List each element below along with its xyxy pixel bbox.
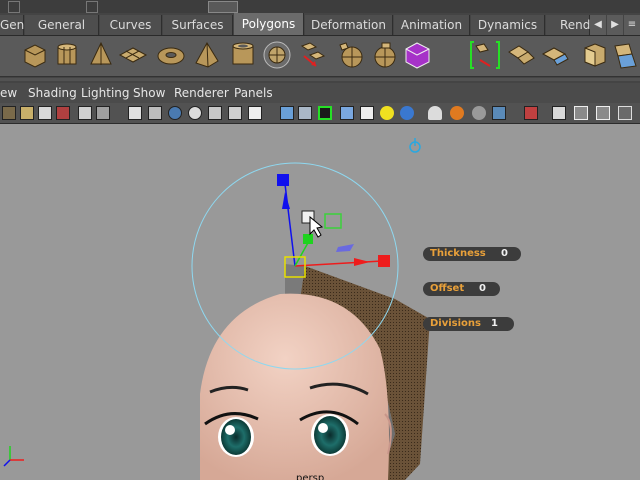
high-quality-icon[interactable] <box>400 106 414 120</box>
texture-icon[interactable] <box>380 106 394 120</box>
select-highlight-icon[interactable] <box>472 106 486 120</box>
shadows-icon[interactable] <box>360 106 374 120</box>
shelf-option-icon[interactable] <box>86 1 98 13</box>
poly-plane-icon[interactable] <box>118 40 148 70</box>
frame-all-icon[interactable] <box>524 106 538 120</box>
offset-field[interactable]: Offset 0 <box>423 282 500 296</box>
tab-gen[interactable]: Gen <box>0 15 24 35</box>
menu-show[interactable]: Show <box>133 85 165 101</box>
use-lights-icon[interactable] <box>340 106 354 120</box>
tab-scroll-left-icon[interactable]: ◀ <box>590 15 606 35</box>
tab-rendering[interactable]: Rend <box>546 15 590 35</box>
polygons-shelf <box>0 36 640 77</box>
poly-cube-icon[interactable] <box>20 40 50 70</box>
smooth-shade-icon[interactable] <box>248 106 262 120</box>
wireframe-icon[interactable] <box>228 106 242 120</box>
menu-panels[interactable]: Panels <box>234 85 273 101</box>
tear-off-icon[interactable] <box>574 106 588 120</box>
extrude-face-icon[interactable] <box>580 40 610 70</box>
rotate-handle[interactable] <box>336 244 354 252</box>
offset-value[interactable]: 0 <box>479 282 486 296</box>
menu-renderer[interactable]: Renderer <box>174 85 229 101</box>
split-polygon-icon[interactable] <box>612 40 640 70</box>
panel-menu-bar: ew Shading Lighting Show Renderer Panels <box>0 83 640 103</box>
shelf-tab-bar: Gen General Curves Surfaces Polygons Def… <box>0 13 640 36</box>
scene-render <box>3 138 430 480</box>
tab-dynamics[interactable]: Dynamics <box>471 15 545 35</box>
maximize-panel-icon[interactable] <box>596 106 610 120</box>
plane-handle[interactable] <box>324 213 342 229</box>
poly-pipe-icon[interactable] <box>228 40 258 70</box>
offset-label: Offset <box>430 283 465 294</box>
poly-cylinder-icon[interactable] <box>52 40 82 70</box>
persp-viewport[interactable]: Thickness 0 Offset 0 Divisions 1 persp <box>0 124 640 480</box>
shelf-scroll-up-icon[interactable] <box>8 1 20 13</box>
boolean-icon[interactable] <box>402 40 432 70</box>
tab-deformation[interactable]: Deformation <box>305 15 393 35</box>
combine-icon[interactable] <box>296 40 326 70</box>
extract-icon[interactable] <box>336 40 366 70</box>
frame-selected-icon[interactable] <box>552 106 566 120</box>
select-camera-icon[interactable] <box>2 106 16 120</box>
divisions-value[interactable]: 1 <box>491 317 498 331</box>
tab-general[interactable]: General <box>25 15 99 35</box>
xray-icon[interactable] <box>318 106 332 120</box>
paint-texture-icon[interactable] <box>540 40 570 70</box>
isolate-icon[interactable] <box>428 106 442 120</box>
shelf-menu-icon[interactable]: ≡ <box>624 15 640 35</box>
view-axis-indicator <box>3 446 24 467</box>
tab-animation[interactable]: Animation <box>394 15 470 35</box>
wireframe-on-shaded-icon[interactable] <box>280 106 294 120</box>
image-plane-icon[interactable] <box>56 106 70 120</box>
poly-cone-icon[interactable] <box>86 40 116 70</box>
tab-scroll-right-icon[interactable]: ▶ <box>607 15 623 35</box>
xray-joints-icon[interactable] <box>450 106 464 120</box>
z-axis-handle[interactable] <box>277 174 289 186</box>
thickness-label: Thickness <box>430 248 486 259</box>
thickness-value[interactable]: 0 <box>501 247 508 261</box>
bookmark-icon[interactable] <box>38 106 52 120</box>
tab-surfaces[interactable]: Surfaces <box>163 15 233 35</box>
poly-pyramid-icon[interactable] <box>192 40 222 70</box>
separate-icon[interactable] <box>262 40 292 70</box>
field-chart-icon[interactable] <box>168 106 182 120</box>
y-axis-handle[interactable] <box>303 234 313 244</box>
bridge-icon[interactable] <box>470 40 500 70</box>
grid-icon[interactable] <box>78 106 92 120</box>
menu-shading[interactable]: Shading <box>28 85 77 101</box>
x-axis-handle[interactable] <box>378 255 390 267</box>
safe-title-icon[interactable] <box>208 106 222 120</box>
film-gate-icon[interactable] <box>96 106 110 120</box>
tab-polygons[interactable]: Polygons <box>234 13 304 35</box>
mouse-cursor-icon <box>301 210 324 238</box>
move-manipulator[interactable] <box>277 174 390 278</box>
pivot-icon[interactable] <box>409 138 421 153</box>
panel-toolbar <box>0 103 640 124</box>
smooth-icon[interactable] <box>370 40 400 70</box>
safe-action-icon[interactable] <box>188 106 202 120</box>
menu-lighting[interactable]: Lighting <box>81 85 130 101</box>
panel-layout-icon[interactable] <box>618 106 632 120</box>
shelf-field[interactable] <box>208 1 238 13</box>
camera-name-label: persp <box>296 473 325 480</box>
title-strip <box>0 0 640 13</box>
poly-torus-icon[interactable] <box>156 40 186 70</box>
default-material-icon[interactable] <box>298 106 312 120</box>
divisions-field[interactable]: Divisions 1 <box>423 317 514 331</box>
shade-selected-icon[interactable] <box>492 106 506 120</box>
resolution-gate-icon[interactable] <box>128 106 142 120</box>
tab-curves[interactable]: Curves <box>100 15 162 35</box>
divisions-label: Divisions <box>430 318 481 329</box>
append-polygon-icon[interactable] <box>506 40 536 70</box>
gate-mask-icon[interactable] <box>148 106 162 120</box>
menu-view[interactable]: ew <box>0 85 17 101</box>
thickness-field[interactable]: Thickness 0 <box>423 247 521 261</box>
camera-attributes-icon[interactable] <box>20 106 34 120</box>
